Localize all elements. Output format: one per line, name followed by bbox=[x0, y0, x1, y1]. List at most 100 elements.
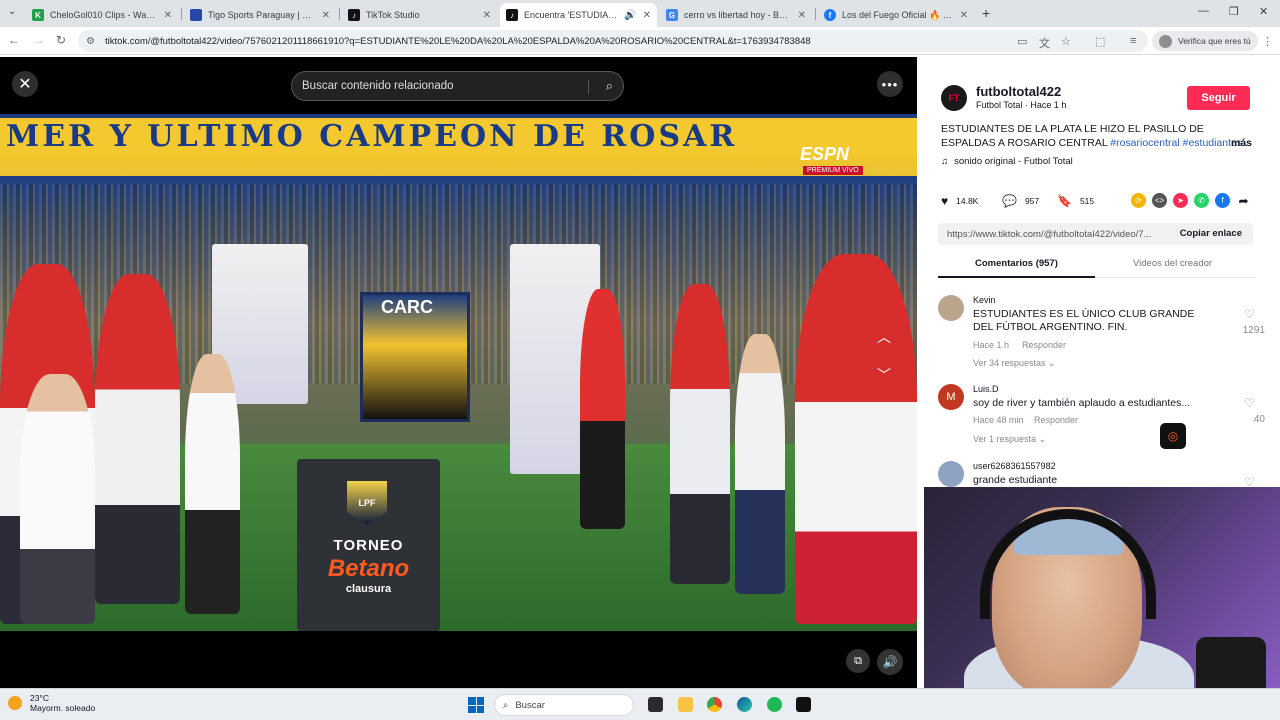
search-icon: ⌕ bbox=[503, 699, 509, 711]
cast-icon[interactable]: ▭ bbox=[1017, 35, 1027, 48]
share-arrow-icon[interactable]: ➦ bbox=[1236, 193, 1251, 208]
tab-title: Los del Fuego Oficial 🔥 est bbox=[842, 9, 954, 20]
file-explorer-icon[interactable] bbox=[678, 697, 693, 712]
view-replies-button[interactable]: Ver 34 respuestas ⌄ bbox=[973, 358, 1056, 369]
show-more-link[interactable]: más bbox=[1231, 136, 1252, 150]
instagram-icon[interactable]: ◎ bbox=[1160, 423, 1186, 449]
repost-icon[interactable]: ⟳ bbox=[1131, 193, 1146, 208]
commenter-avatar[interactable] bbox=[938, 461, 964, 487]
tab-chelogol[interactable]: K CheloGol010 Clips - Watch Live ✕ bbox=[26, 3, 178, 27]
share-link-text[interactable]: https://www.tiktok.com/@futboltotal422/v… bbox=[947, 229, 1152, 240]
copy-link-button[interactable]: Copiar enlace bbox=[1180, 228, 1242, 239]
address-bar[interactable]: ⚙ tiktok.com/@futboltotal422/video/75760… bbox=[78, 30, 1148, 52]
comment-like-icon[interactable]: ♡ bbox=[1244, 396, 1255, 410]
window-close-icon[interactable]: ✕ bbox=[1259, 5, 1268, 18]
video-player[interactable]: MER Y ULTIMO CAMPEON DE ROSAR ESPN PREMI… bbox=[0, 57, 917, 688]
broadcaster-sub-label: PREMIUM VIVO bbox=[803, 166, 863, 175]
translate-icon[interactable]: 文 bbox=[1039, 35, 1050, 51]
close-icon[interactable]: ✕ bbox=[643, 10, 651, 21]
site-info-icon[interactable]: ⚙ bbox=[86, 36, 95, 47]
send-icon[interactable]: ➤ bbox=[1173, 193, 1188, 208]
tab-search-icon[interactable]: ⌄ bbox=[8, 6, 16, 17]
reply-button[interactable]: Responder bbox=[1022, 340, 1066, 350]
tab-creator-videos[interactable]: Videos del creador bbox=[1133, 258, 1212, 269]
spotify-icon[interactable] bbox=[767, 697, 782, 712]
url-text[interactable]: tiktok.com/@futboltotal422/video/7576021… bbox=[105, 36, 811, 47]
music-note-icon: ♫ bbox=[941, 156, 949, 167]
volume-button[interactable]: 🔊 bbox=[877, 649, 903, 675]
bookmark-star-icon[interactable]: ☆ bbox=[1061, 35, 1071, 48]
tab-google-search[interactable]: G cerro vs libertad hoy - Buscar c ✕ bbox=[660, 3, 812, 27]
tab-facebook[interactable]: f Los del Fuego Oficial 🔥 est ✕ bbox=[818, 3, 974, 27]
hashtag-link[interactable]: #rosariocentral bbox=[1110, 137, 1179, 149]
edge-icon[interactable] bbox=[737, 697, 752, 712]
back-icon[interactable]: ← bbox=[8, 33, 20, 47]
taskbar-search[interactable]: ⌕ Buscar bbox=[494, 694, 634, 716]
comment-text: soy de river y también aplaudo a estudia… bbox=[973, 397, 1191, 409]
task-view-icon[interactable] bbox=[648, 697, 663, 712]
media-controls-icon[interactable]: ≡ bbox=[1130, 35, 1136, 47]
embed-icon[interactable]: <> bbox=[1152, 193, 1167, 208]
close-icon[interactable]: ✕ bbox=[322, 10, 330, 21]
save-button[interactable]: 🔖 515 bbox=[1057, 194, 1094, 208]
profile-button[interactable]: Verifica que eres tú bbox=[1152, 31, 1258, 51]
player-figure bbox=[795, 254, 917, 624]
weather-widget[interactable]: 23°C Mayorm. soleado bbox=[8, 693, 95, 713]
related-search-bar[interactable]: Buscar contenido relacionado ⌕ bbox=[291, 71, 624, 101]
tab-title: cerro vs libertad hoy - Buscar c bbox=[684, 10, 792, 20]
whatsapp-icon[interactable]: ✆ bbox=[1194, 193, 1209, 208]
child-mascot-figure bbox=[20, 374, 95, 624]
menu-kebab-icon[interactable]: ⋮ bbox=[1262, 35, 1273, 48]
taskbar-search-label: Buscar bbox=[515, 699, 545, 711]
tab-tigo-sports[interactable]: Tigo Sports Paraguay | Reprodu ✕ bbox=[184, 3, 336, 27]
creator-username[interactable]: futboltotal422 bbox=[976, 84, 1061, 99]
follow-button[interactable]: Seguir bbox=[1187, 86, 1250, 110]
close-icon[interactable]: ✕ bbox=[798, 10, 806, 21]
podium-line1: TORNEO bbox=[333, 537, 404, 554]
obs-app-icon[interactable] bbox=[796, 697, 811, 712]
windows-start-icon[interactable] bbox=[468, 697, 484, 713]
facebook-icon[interactable]: f bbox=[1215, 193, 1230, 208]
speaker-icon[interactable]: 🔊 bbox=[624, 10, 636, 21]
close-icon[interactable]: ✕ bbox=[483, 10, 491, 21]
commenter-name[interactable]: Kevin bbox=[973, 295, 996, 305]
like-button[interactable]: ♥ 14.8K bbox=[941, 194, 978, 208]
comment-time: Hace 1 h bbox=[973, 340, 1010, 350]
comment-like-icon[interactable]: ♡ bbox=[1244, 307, 1255, 321]
chrome-icon[interactable] bbox=[707, 697, 722, 712]
video-frame[interactable]: MER Y ULTIMO CAMPEON DE ROSAR ESPN PREMI… bbox=[0, 114, 917, 631]
sun-icon bbox=[8, 696, 22, 710]
commenter-avatar[interactable]: M bbox=[938, 384, 964, 410]
tab-title: Encuentra 'ESTUDIANTE LE bbox=[524, 10, 621, 20]
comment-text: grande estudiante bbox=[973, 474, 1058, 486]
tab-comments[interactable]: Comentarios (957) bbox=[975, 258, 1058, 269]
chevron-up-icon[interactable]: ︿ bbox=[877, 327, 891, 347]
commenter-name[interactable]: Luis.D bbox=[973, 384, 999, 394]
tab-tiktok-video-active[interactable]: ♪ Encuentra 'ESTUDIANTE LE 🔊 ✕ bbox=[500, 3, 657, 27]
comment-like-count: 1291 bbox=[1242, 325, 1265, 336]
reload-icon[interactable]: ↻ bbox=[56, 33, 66, 47]
search-input[interactable]: Buscar contenido relacionado bbox=[302, 80, 454, 92]
forward-icon[interactable]: → bbox=[33, 33, 45, 47]
maximize-icon[interactable]: ❐ bbox=[1229, 5, 1239, 18]
commenter-avatar[interactable] bbox=[938, 295, 964, 321]
close-video-button[interactable]: ✕ bbox=[12, 71, 38, 97]
sound-link[interactable]: ♫ sonido original - Futbol Total bbox=[941, 156, 1073, 167]
player-figure bbox=[95, 274, 180, 604]
creator-avatar[interactable]: FT bbox=[941, 85, 967, 111]
new-tab-button[interactable]: + bbox=[982, 5, 990, 21]
search-icon[interactable]: ⌕ bbox=[606, 78, 613, 94]
extensions-icon[interactable]: ⬚ bbox=[1095, 35, 1105, 48]
close-icon[interactable]: ✕ bbox=[164, 10, 172, 21]
reply-button[interactable]: Responder bbox=[1034, 415, 1078, 425]
tab-tiktok-studio[interactable]: ♪ TikTok Studio ✕ bbox=[342, 3, 497, 27]
commenter-name[interactable]: user6268361557982 bbox=[973, 461, 1056, 471]
more-options-button[interactable]: ••• bbox=[877, 71, 903, 97]
comment-button[interactable]: 💬 957 bbox=[1002, 194, 1039, 208]
view-replies-button[interactable]: Ver 1 respuesta ⌄ bbox=[973, 434, 1046, 445]
close-icon[interactable]: ✕ bbox=[960, 10, 968, 21]
chevron-down-icon[interactable]: ﹀ bbox=[877, 365, 891, 385]
picture-in-picture-button[interactable]: ⧉ bbox=[846, 649, 870, 673]
minimize-icon[interactable]: — bbox=[1198, 5, 1209, 17]
tab-title: Tigo Sports Paraguay | Reprodu bbox=[208, 10, 316, 20]
